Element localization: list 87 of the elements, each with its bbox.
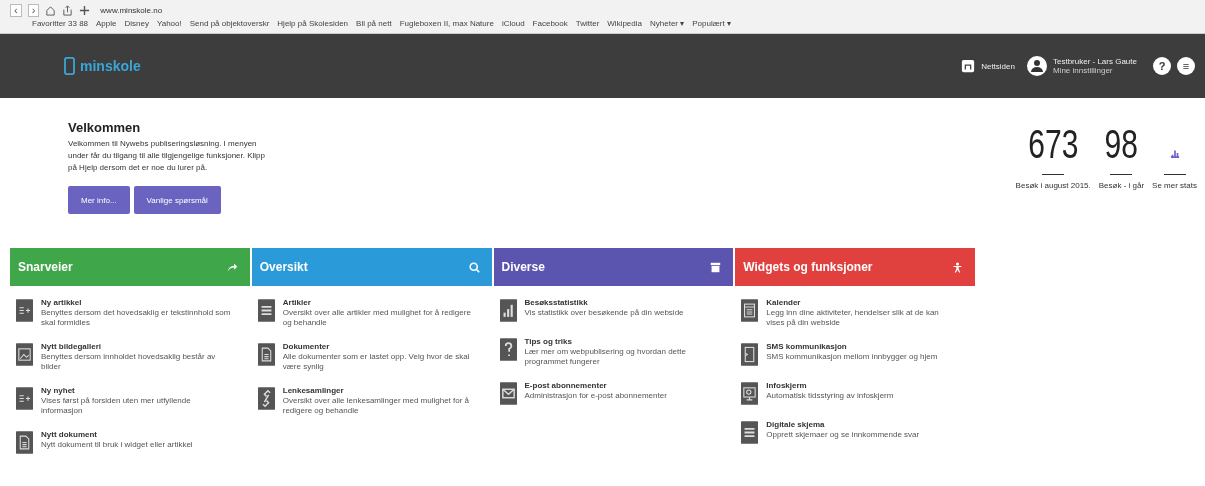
bar-chart-icon[interactable] bbox=[1169, 148, 1180, 158]
share-icon[interactable] bbox=[226, 261, 238, 273]
home-icon[interactable] bbox=[45, 4, 57, 16]
bookmark-link[interactable]: Fugleboxen II, max Nature bbox=[399, 19, 494, 31]
item-description: Benyttes dersom innholdet hovedsaklig består av bilder bbox=[41, 352, 217, 372]
bookmark-link[interactable]: Disney bbox=[124, 19, 149, 31]
item-title[interactable]: Nytt dokument bbox=[41, 430, 231, 440]
item-title[interactable]: Besøksstatistikk bbox=[524, 298, 715, 308]
plus-icon[interactable] bbox=[79, 4, 91, 16]
list-icon[interactable] bbox=[257, 298, 275, 323]
item-description: Opprett skjemaer og se innkommende svar bbox=[766, 430, 921, 440]
item-title[interactable]: E-post abonnementer bbox=[524, 381, 715, 391]
info-button[interactable]: Mer info... bbox=[68, 186, 130, 214]
stat-label: Besøk - i går bbox=[1098, 181, 1145, 190]
menu-button[interactable]: ≡ bbox=[1177, 57, 1195, 75]
bookmark-link[interactable]: Hjelp på Skolesiden bbox=[277, 19, 349, 31]
phone-logo-icon bbox=[64, 57, 75, 75]
document-icon[interactable] bbox=[257, 342, 275, 367]
section-title: Oversikt bbox=[259, 260, 308, 274]
person-icon[interactable] bbox=[952, 261, 963, 273]
item-title[interactable]: Dokumenter bbox=[282, 342, 473, 352]
info-button[interactable]: Vanlige spørsmål bbox=[133, 186, 221, 214]
user-name[interactable]: Testbruker - Lars Gaute bbox=[1052, 57, 1137, 66]
question-icon[interactable] bbox=[499, 337, 517, 362]
bookmark-link[interactable]: Populært ▾ bbox=[692, 19, 731, 31]
stat-value: 98 bbox=[1104, 124, 1139, 164]
help-button[interactable]: ? bbox=[1153, 57, 1171, 75]
item-description: Lær mer om webpublisering og hvordan dette programmet fungerer bbox=[524, 347, 687, 367]
calendar-icon[interactable] bbox=[741, 298, 759, 323]
item-description: Legg inn dine aktiviteter, hendelser slik at de kan vises på din webside bbox=[766, 308, 940, 328]
document-icon[interactable] bbox=[16, 430, 33, 455]
bookmark-link[interactable]: iCloud bbox=[501, 19, 525, 31]
item-title[interactable]: Artikler bbox=[282, 298, 473, 308]
back-button[interactable]: ‹ bbox=[10, 3, 22, 17]
item-title[interactable]: SMS kommunikasjon bbox=[766, 342, 957, 352]
section-title: Diverse bbox=[501, 260, 545, 274]
image-icon[interactable] bbox=[16, 342, 33, 367]
list-icon[interactable] bbox=[741, 420, 759, 445]
item-title[interactable]: Nytt bildegalleri bbox=[41, 342, 231, 352]
bookmark-link[interactable]: Yahoo! bbox=[156, 19, 182, 31]
item-description: Automatisk tidsstyring av infoskjerm bbox=[766, 391, 895, 401]
bar-chart-icon[interactable] bbox=[499, 298, 517, 323]
user-avatar-icon[interactable] bbox=[1026, 56, 1047, 76]
bookmark-link[interactable]: Nyheter ▾ bbox=[650, 19, 685, 31]
welcome-title: Velkommen bbox=[68, 120, 142, 135]
item-title[interactable]: Ny artikkel bbox=[41, 298, 231, 308]
bookmark-link[interactable]: Facebook bbox=[532, 19, 568, 31]
stat-label: Besøk i august 2015. bbox=[1015, 181, 1091, 190]
add-list-icon[interactable] bbox=[16, 298, 33, 323]
item-description: Nytt dokument til bruk i widget eller artikkel bbox=[41, 440, 194, 450]
logo-text[interactable]: minskole bbox=[80, 58, 141, 74]
forward-button[interactable]: › bbox=[27, 3, 40, 17]
item-title[interactable]: Infoskjerm bbox=[766, 381, 957, 391]
item-description: Oversikt over alle artikler med mulighet for å redigere og behandle bbox=[282, 308, 472, 328]
item-description: Administrasjon for e-post abonnementer bbox=[524, 391, 668, 401]
section-title: Widgets og funksjoner bbox=[743, 260, 873, 274]
item-title[interactable]: Digitale skjema bbox=[766, 420, 957, 430]
item-description: Vis statistikk over besøkende på din webside bbox=[524, 308, 685, 318]
stats-link[interactable]: Se mer stats bbox=[1152, 181, 1197, 190]
item-title[interactable]: Ny nyhet bbox=[41, 386, 231, 396]
monitor-icon[interactable] bbox=[741, 381, 759, 406]
website-icon[interactable] bbox=[961, 59, 976, 73]
item-description: Alle dokumenter som er lastet opp. Velg hvor de skal være synlig bbox=[282, 352, 471, 372]
website-link[interactable]: Nettsiden bbox=[981, 61, 1015, 71]
bookmark-link[interactable]: Bli på nett bbox=[356, 19, 392, 31]
bookmark-link[interactable]: Apple bbox=[96, 19, 117, 31]
envelope-icon[interactable] bbox=[499, 381, 517, 406]
item-title[interactable]: Tips og triks bbox=[524, 337, 715, 347]
item-description: Oversikt over alle lenkesamlinger med mulighet for å redigere og behandle bbox=[282, 396, 471, 416]
item-description: Benyttes dersom det hovedsaklig er tekstinnhold som skal formidles bbox=[41, 308, 231, 328]
item-title[interactable]: Kalender bbox=[766, 298, 957, 308]
bookmark-link[interactable]: Wikipedia bbox=[607, 19, 642, 31]
archive-icon[interactable] bbox=[710, 261, 722, 273]
add-list-icon[interactable] bbox=[16, 386, 33, 411]
bookmark-link[interactable]: Send på objektoverskr bbox=[189, 19, 270, 31]
welcome-text: Velkommen til Nywebs publiseringsløsning. I menyen under får du tilgang til alle tilgjengelige funksjoner. Klipp på Hjelp dersom det er noe du lurer på. bbox=[68, 138, 266, 174]
search-icon[interactable] bbox=[468, 261, 480, 273]
share-icon[interactable] bbox=[62, 4, 74, 16]
item-title[interactable]: Lenkesamlinger bbox=[282, 386, 473, 396]
item-description: Vises først på forsiden uten mer utfyllende informasjon bbox=[41, 396, 192, 416]
item-description: SMS kommunikasjon mellom innbygger og hjem bbox=[766, 352, 939, 362]
settings-link[interactable]: Mine innstillinger bbox=[1052, 66, 1137, 75]
bookmark-link[interactable]: Favoritter 33 88 bbox=[32, 19, 89, 31]
section-title: Snarveier bbox=[18, 260, 73, 274]
address-field[interactable]: www.minskole.no bbox=[96, 5, 167, 15]
stat-value: 673 bbox=[1028, 124, 1079, 164]
bookmark-link[interactable]: Twitter bbox=[575, 19, 600, 31]
